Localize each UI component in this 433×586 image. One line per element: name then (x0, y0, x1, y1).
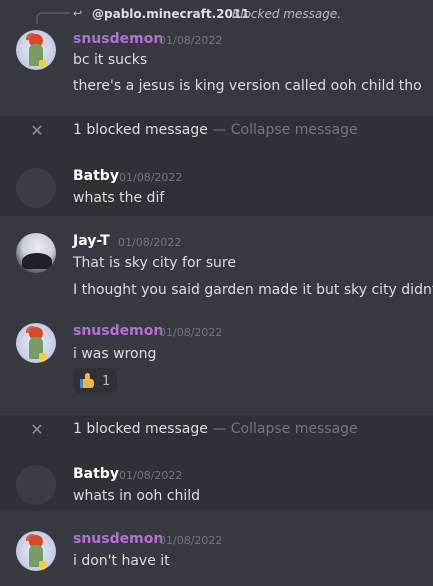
message-author[interactable]: snusdemon (73, 31, 163, 47)
close-icon[interactable]: ✕ (30, 420, 44, 439)
blocked-message-container (0, 445, 433, 511)
message-timestamp: 01/08/2022 (118, 236, 182, 249)
message-author[interactable]: snusdemon (73, 323, 163, 339)
message-text: I thought you said garden made it but sk… (73, 282, 433, 298)
message-timestamp: 01/08/2022 (119, 171, 183, 184)
blocked-count: 1 blocked message (73, 421, 208, 437)
message-author[interactable]: snusdemon (73, 531, 163, 547)
reply-connector (36, 12, 70, 24)
blocked-notice-text: 1 blocked message — Collapse message (73, 421, 358, 437)
message-text: i don't have it (73, 553, 170, 569)
message-author[interactable]: Jay-T (73, 233, 110, 249)
message-timestamp: 01/08/2022 (159, 534, 223, 547)
message-timestamp: 01/08/2022 (159, 34, 223, 47)
message-text: there's a jesus is king version called o… (73, 78, 422, 94)
reply-arrow-icon: ↩ (73, 7, 83, 20)
avatar[interactable] (16, 30, 56, 70)
avatar-silhouette (22, 253, 52, 269)
message-author[interactable]: Batby (73, 168, 119, 184)
avatar-leg (39, 60, 46, 68)
blocked-separator: — (212, 421, 227, 437)
avatar-leg (39, 353, 46, 361)
avatar[interactable] (16, 168, 56, 208)
avatar-leg (39, 561, 46, 569)
thumbs-up-icon (80, 373, 96, 389)
blocked-count: 1 blocked message (73, 122, 208, 138)
collapse-message-link[interactable]: Collapse message (231, 122, 358, 138)
message-text: whats in ooh child (73, 488, 201, 504)
message-text: That is sky city for sure (73, 255, 236, 271)
message-text: i was wrong (73, 346, 157, 362)
avatar[interactable] (16, 323, 56, 363)
reply-blocked-label[interactable]: Blocked message. (232, 7, 341, 21)
blocked-notice-text: 1 blocked message — Collapse message (73, 122, 358, 138)
message-timestamp: 01/08/2022 (159, 326, 223, 339)
message-text: bc it sucks (73, 52, 148, 68)
blocked-separator: — (212, 122, 227, 138)
message-author[interactable]: Batby (73, 466, 119, 482)
message-text: whats the dif (73, 190, 165, 206)
close-icon[interactable]: ✕ (30, 121, 44, 140)
avatar[interactable] (16, 465, 56, 505)
reaction-count: 1 (102, 373, 111, 389)
avatar[interactable] (16, 531, 56, 571)
avatar[interactable] (16, 233, 56, 273)
collapse-message-link[interactable]: Collapse message (231, 421, 358, 437)
message-timestamp: 01/08/2022 (119, 469, 183, 482)
reply-username[interactable]: @pablo.minecraft.2011 (92, 7, 250, 21)
reaction-button[interactable]: 1 (73, 368, 117, 394)
blocked-message-container (0, 146, 433, 216)
